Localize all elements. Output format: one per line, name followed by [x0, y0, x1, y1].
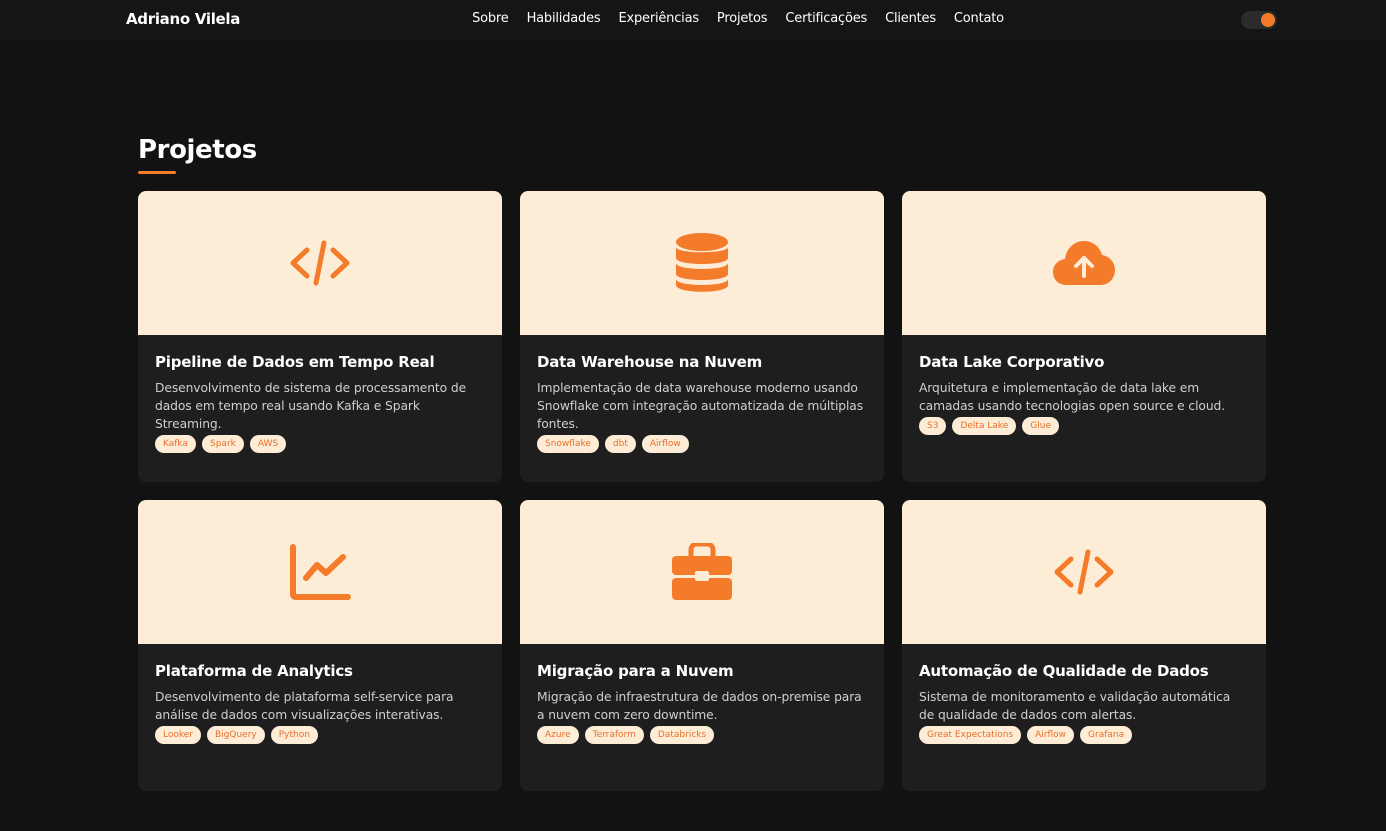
tag: dbt [604, 435, 636, 453]
project-tags: Great Expectations Airflow Grafana [919, 726, 1249, 744]
tag: Airflow [1027, 726, 1075, 744]
tag: Delta Lake [952, 417, 1017, 435]
project-card-image [520, 500, 884, 644]
tag: BigQuery [207, 726, 265, 744]
project-tags: S3 Delta Lake Glue [919, 417, 1249, 435]
projects-grid: Pipeline de Dados em Tempo Real Desenvol… [138, 191, 1266, 791]
tag: Databricks [649, 726, 715, 744]
title-underline [138, 171, 176, 174]
code-icon [290, 240, 350, 286]
briefcase-icon [672, 543, 732, 600]
tag: Spark [202, 435, 244, 453]
project-card-image [138, 191, 502, 335]
tag: Terraform [584, 726, 644, 744]
project-tags: Kafka Spark AWS [155, 435, 485, 453]
tag: Kafka [155, 435, 196, 453]
project-tags: Azure Terraform Databricks [537, 726, 867, 744]
project-card[interactable]: Pipeline de Dados em Tempo Real Desenvol… [138, 191, 502, 482]
main-nav: Sobre Habilidades Experiências Projetos … [0, 11, 1386, 26]
project-card[interactable]: Automação de Qualidade de Dados Sistema … [902, 500, 1266, 791]
code-icon [1054, 549, 1114, 595]
project-tags: Looker BigQuery Python [155, 726, 485, 744]
nav-link-clientes[interactable]: Clientes [885, 11, 936, 26]
project-title: Data Warehouse na Nuvem [537, 353, 763, 371]
project-card-image [520, 191, 884, 335]
project-card-image [902, 500, 1266, 644]
theme-toggle[interactable] [1241, 11, 1277, 29]
chart-line-icon [290, 544, 351, 600]
project-description: Migração de infraestrutura de dados on-p… [537, 690, 862, 722]
tag: Glue [1022, 417, 1060, 435]
tag: Python [270, 726, 318, 744]
project-description: Sistema de monitoramento e validação aut… [919, 690, 1231, 722]
navbar: Adriano Vilela Sobre Habilidades Experiê… [0, 0, 1386, 40]
nav-link-certificacoes[interactable]: Certificações [785, 11, 867, 26]
project-card[interactable]: Data Lake Corporativo Arquitetura e impl… [902, 191, 1266, 482]
project-description: Desenvolvimento de plataforma self-servi… [155, 690, 454, 722]
project-description: Arquitetura e implementação de data lake… [919, 381, 1226, 413]
project-card[interactable]: Plataforma de Analytics Desenvolvimento … [138, 500, 502, 791]
nav-link-contato[interactable]: Contato [954, 11, 1004, 26]
project-card[interactable]: Data Warehouse na Nuvem Implementação de… [520, 191, 884, 482]
section-title: Projetos [138, 135, 257, 165]
project-title: Migração para a Nuvem [537, 662, 734, 680]
nav-link-projetos[interactable]: Projetos [717, 11, 768, 26]
theme-toggle-knob [1261, 13, 1275, 27]
tag: AWS [249, 435, 287, 453]
project-card-image [138, 500, 502, 644]
project-card-image [902, 191, 1266, 335]
project-title: Data Lake Corporativo [919, 353, 1105, 371]
project-tags: Snowflake dbt Airflow [537, 435, 867, 453]
database-icon [676, 233, 728, 292]
tag: Looker [155, 726, 201, 744]
nav-link-experiencias[interactable]: Experiências [618, 11, 699, 26]
tag: S3 [919, 417, 947, 435]
cloud-upload-icon [1053, 241, 1115, 285]
tag: Grafana [1080, 726, 1133, 744]
tag: Great Expectations [919, 726, 1022, 744]
project-description: Desenvolvimento de sistema de processame… [155, 381, 467, 431]
project-title: Plataforma de Analytics [155, 662, 353, 680]
nav-link-sobre[interactable]: Sobre [472, 11, 509, 26]
project-title: Automação de Qualidade de Dados [919, 662, 1209, 680]
project-card[interactable]: Migração para a Nuvem Migração de infrae… [520, 500, 884, 791]
tag: Snowflake [537, 435, 599, 453]
project-description: Implementação de data warehouse moderno … [537, 381, 864, 431]
tag: Airflow [641, 435, 689, 453]
tag: Azure [537, 726, 579, 744]
nav-link-habilidades[interactable]: Habilidades [527, 11, 601, 26]
project-title: Pipeline de Dados em Tempo Real [155, 353, 435, 371]
